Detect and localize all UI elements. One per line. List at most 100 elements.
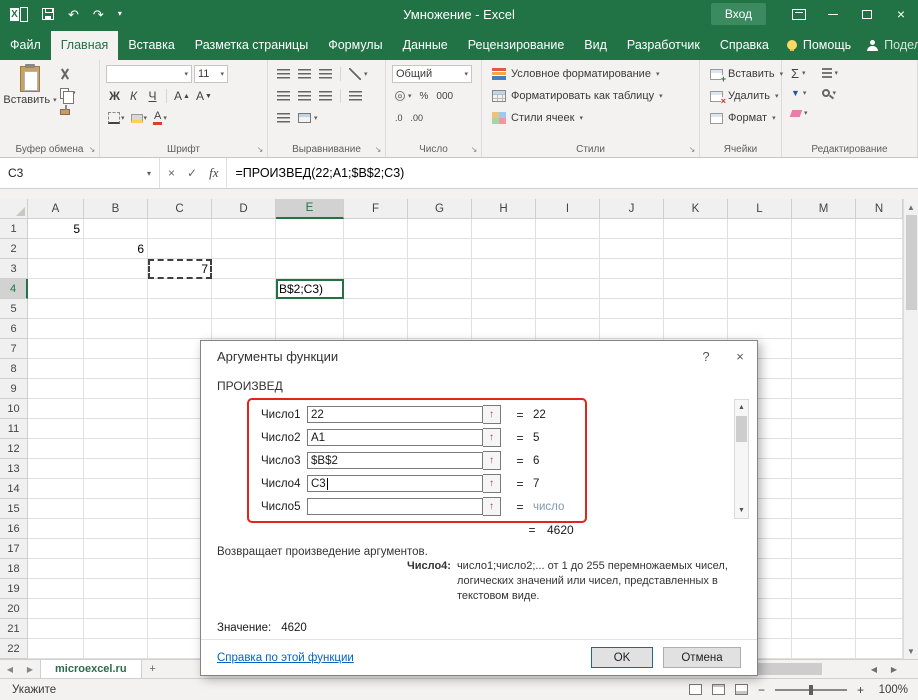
row-header-20[interactable]: 20: [0, 599, 28, 619]
zoom-out-icon[interactable]: −: [758, 683, 765, 697]
cell-L4[interactable]: [728, 279, 792, 299]
align-center-button[interactable]: [295, 87, 314, 105]
column-header-A[interactable]: A: [28, 199, 84, 219]
row-header-19[interactable]: 19: [0, 579, 28, 599]
find-select-button[interactable]: ▾: [819, 84, 842, 102]
cell-B14[interactable]: [84, 479, 148, 499]
cell-A19[interactable]: [28, 579, 84, 599]
insert-function-button[interactable]: fx: [209, 165, 218, 181]
row-header-2[interactable]: 2: [0, 239, 28, 259]
decrease-indent-button[interactable]: [346, 87, 365, 105]
cell-I3[interactable]: [536, 259, 600, 279]
row-header-14[interactable]: 14: [0, 479, 28, 499]
grow-font-button[interactable]: А▲: [172, 87, 192, 105]
column-header-C[interactable]: C: [148, 199, 212, 219]
row-header-15[interactable]: 15: [0, 499, 28, 519]
cell-A9[interactable]: [28, 379, 84, 399]
undo-icon[interactable]: ↶: [68, 8, 79, 21]
dialog-header[interactable]: Аргументы функции ? ×: [201, 341, 757, 371]
cell-N11[interactable]: [856, 419, 903, 439]
cell-E1[interactable]: [276, 219, 344, 239]
delete-cells-button[interactable]: ×Удалить▾: [706, 86, 787, 106]
cell-C1[interactable]: [148, 219, 212, 239]
normal-view-icon[interactable]: [689, 684, 702, 695]
cell-K2[interactable]: [664, 239, 728, 259]
cell-N15[interactable]: [856, 499, 903, 519]
wrap-text-button[interactable]: [274, 109, 293, 127]
cell-B18[interactable]: [84, 559, 148, 579]
row-header-21[interactable]: 21: [0, 619, 28, 639]
cell-E3[interactable]: [276, 259, 344, 279]
collapse-dialog-button[interactable]: ↑: [483, 497, 501, 516]
zoom-in-icon[interactable]: +: [857, 683, 864, 697]
tab-Разметка страницы[interactable]: Разметка страницы: [185, 31, 318, 60]
cell-B21[interactable]: [84, 619, 148, 639]
cell-N9[interactable]: [856, 379, 903, 399]
zoom-level[interactable]: 100%: [874, 684, 908, 696]
cell-B17[interactable]: [84, 539, 148, 559]
cell-D4[interactable]: [212, 279, 276, 299]
customize-qat-icon[interactable]: ▾: [118, 10, 122, 18]
collapse-dialog-button[interactable]: ↑: [483, 428, 501, 447]
cell-M17[interactable]: [792, 539, 856, 559]
cell-N6[interactable]: [856, 319, 903, 339]
column-header-B[interactable]: B: [84, 199, 148, 219]
row-header-16[interactable]: 16: [0, 519, 28, 539]
cell-L3[interactable]: [728, 259, 792, 279]
font-size-select[interactable]: 11▾: [194, 65, 228, 83]
cell-F6[interactable]: [344, 319, 408, 339]
minimize-button[interactable]: [816, 0, 850, 28]
cell-M14[interactable]: [792, 479, 856, 499]
collapse-dialog-button[interactable]: ↑: [483, 405, 501, 424]
dialog-launcher-icon[interactable]: ↘: [687, 145, 697, 155]
redo-icon[interactable]: ↷: [93, 8, 104, 21]
sheet-tab[interactable]: microexcel.ru: [40, 660, 142, 678]
cell-B12[interactable]: [84, 439, 148, 459]
merge-center-button[interactable]: ▾: [295, 109, 321, 127]
row-header-11[interactable]: 11: [0, 419, 28, 439]
fill-button[interactable]: ▼▾: [788, 84, 811, 102]
cell-A14[interactable]: [28, 479, 84, 499]
cell-M9[interactable]: [792, 379, 856, 399]
argument-input[interactable]: C3: [307, 475, 483, 492]
scroll-up-icon[interactable]: ▲: [904, 199, 918, 215]
cell-B6[interactable]: [84, 319, 148, 339]
argument-input[interactable]: A1: [307, 429, 483, 446]
tab-Разработчик[interactable]: Разработчик: [617, 31, 710, 60]
enter-entry-button[interactable]: ✓: [187, 166, 197, 180]
clear-button[interactable]: ▾: [788, 104, 811, 122]
cell-B10[interactable]: [84, 399, 148, 419]
cell-A1[interactable]: 5: [28, 219, 84, 239]
close-button[interactable]: ×: [884, 0, 918, 28]
format-painter-button[interactable]: [60, 104, 76, 120]
cell-M19[interactable]: [792, 579, 856, 599]
column-header-G[interactable]: G: [408, 199, 472, 219]
chevron-down-icon[interactable]: ▾: [139, 169, 159, 178]
cell-M8[interactable]: [792, 359, 856, 379]
number-format-select[interactable]: Общий▾: [392, 65, 472, 83]
tab-Файл[interactable]: Файл: [0, 31, 51, 60]
cell-J1[interactable]: [600, 219, 664, 239]
cell-N1[interactable]: [856, 219, 903, 239]
cell-H3[interactable]: [472, 259, 536, 279]
argument-input[interactable]: 22: [307, 406, 483, 423]
scroll-right-icon[interactable]: ▶: [884, 660, 904, 678]
increase-decimal-button[interactable]: .0: [392, 109, 406, 127]
cell-A13[interactable]: [28, 459, 84, 479]
shrink-font-button[interactable]: А▼: [194, 87, 214, 105]
cell-M7[interactable]: [792, 339, 856, 359]
dialog-close-button[interactable]: ×: [723, 341, 757, 371]
format-button[interactable]: Формат▾: [706, 108, 787, 128]
cell-G6[interactable]: [408, 319, 472, 339]
cell-A21[interactable]: [28, 619, 84, 639]
cell-J4[interactable]: [600, 279, 664, 299]
formula-input[interactable]: =ПРОИЗВЕД(22;A1;$B$2;C3): [227, 158, 918, 188]
cell-A5[interactable]: [28, 299, 84, 319]
cell-L1[interactable]: [728, 219, 792, 239]
cell-N22[interactable]: [856, 639, 903, 659]
cell-J6[interactable]: [600, 319, 664, 339]
underline-button[interactable]: Ч: [144, 87, 161, 105]
cell-A2[interactable]: [28, 239, 84, 259]
cell-I4[interactable]: [536, 279, 600, 299]
zoom-slider[interactable]: [775, 689, 847, 691]
